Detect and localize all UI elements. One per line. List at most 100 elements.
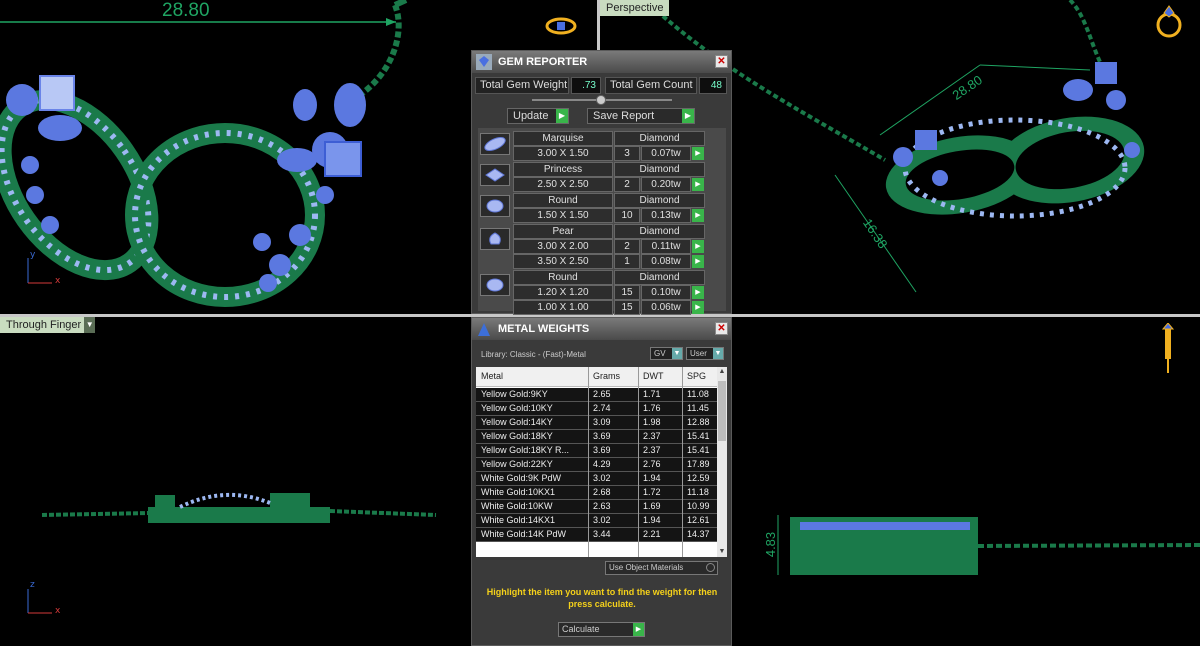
- metal-library-label: Library: Classic - (Fast)-Metal: [481, 350, 586, 359]
- cell-spg: 12.61: [687, 515, 710, 525]
- gem-material: Diamond: [614, 193, 705, 208]
- select-gem-button[interactable]: ▶: [692, 178, 704, 191]
- gem-weight: 0.10tw: [641, 285, 691, 300]
- user-label: User: [690, 349, 707, 358]
- gem-material: Diamond: [614, 270, 705, 285]
- gem-weight: 0.06tw: [641, 300, 691, 315]
- scale-icon: [478, 323, 490, 336]
- gem-slider-handle[interactable]: [596, 95, 606, 105]
- select-gem-button[interactable]: ▶: [692, 301, 704, 314]
- cell-metal: White Gold:10KX1: [481, 487, 556, 497]
- column-metal[interactable]: Metal: [481, 371, 503, 381]
- cell-spg: 15.41: [687, 445, 710, 455]
- total-gem-count-label: Total Gem Count: [605, 77, 697, 94]
- top-view-ring-icon[interactable]: [543, 15, 579, 37]
- cell-dwt: 1.71: [643, 389, 661, 399]
- scroll-down-icon[interactable]: ▼: [717, 547, 727, 557]
- column-grams[interactable]: Grams: [593, 371, 620, 381]
- cell-dwt: 2.76: [643, 459, 661, 469]
- gem-shape: Round: [513, 270, 613, 285]
- gem-count: 2: [614, 239, 640, 254]
- gem-count: 15: [614, 285, 640, 300]
- gem-weight: 0.11tw: [641, 239, 691, 254]
- cell-metal: White Gold:9K PdW: [481, 473, 562, 483]
- close-icon[interactable]: ✕: [715, 322, 728, 335]
- table-row[interactable]: Yellow Gold:18KY R... 3.69 2.37 15.41: [476, 444, 717, 458]
- calculate-label: Calculate: [562, 624, 600, 634]
- top-dimension-label: 28.80: [162, 0, 210, 21]
- cell-dwt: 1.94: [643, 473, 661, 483]
- pendant-view-icon[interactable]: [1156, 323, 1180, 375]
- use-object-materials-toggle[interactable]: Use Object Materials: [605, 561, 718, 575]
- update-button[interactable]: Update ▶: [507, 108, 569, 124]
- gem-reporter-title: GEM REPORTER: [498, 56, 588, 68]
- axis-x-label-bottom: x: [55, 606, 61, 616]
- user-selector[interactable]: User ▼: [686, 347, 724, 360]
- close-icon[interactable]: ✕: [715, 55, 728, 68]
- viewport-view-selector[interactable]: Through Finger ▼: [0, 317, 96, 333]
- table-row[interactable]: White Gold:14K PdW 3.44 2.21 14.37: [476, 528, 717, 542]
- cell-grams: 2.65: [593, 389, 611, 399]
- gem-size: 3.00 X 2.00: [513, 239, 613, 254]
- table-row[interactable]: Yellow Gold:9KY 2.65 1.71 11.08: [476, 388, 717, 402]
- select-gem-button[interactable]: ▶: [692, 209, 704, 222]
- save-report-label: Save Report: [593, 110, 655, 122]
- cell-metal: Yellow Gold:18KY: [481, 431, 553, 441]
- table-row[interactable]: White Gold:10KX1 2.68 1.72 11.18: [476, 486, 717, 500]
- total-gem-weight-label: Total Gem Weight: [475, 77, 569, 94]
- princess-gem-icon: [480, 164, 510, 186]
- play-icon: ▶: [556, 109, 568, 123]
- select-gem-button[interactable]: ▶: [692, 240, 704, 253]
- table-row[interactable]: Yellow Gold:18KY 3.69 2.37 15.41: [476, 430, 717, 444]
- gem-reporter-title-bar[interactable]: GEM REPORTER ✕: [472, 51, 731, 73]
- table-row[interactable]: Yellow Gold:10KY 2.74 1.76 11.45: [476, 402, 717, 416]
- marquise-gem-icon: [480, 133, 510, 155]
- cell-metal: Yellow Gold:9KY: [481, 389, 548, 399]
- column-dwt[interactable]: DWT: [643, 371, 664, 381]
- table-scrollbar[interactable]: ▲ ▼: [717, 367, 727, 557]
- cell-grams: 3.44: [593, 529, 611, 539]
- calculate-hint: Highlight the item you want to find the …: [486, 587, 718, 609]
- axis-x-label: x: [55, 276, 61, 286]
- table-row[interactable]: Yellow Gold:14KY 3.09 1.98 12.88: [476, 416, 717, 430]
- gem-size: 1.00 X 1.00: [513, 300, 613, 315]
- gem-reporter-icon: [476, 54, 492, 70]
- gem-shape: Princess: [513, 162, 613, 177]
- scrollbar-thumb[interactable]: [718, 381, 726, 441]
- radio-icon[interactable]: [706, 563, 715, 572]
- axis-z-label: z: [30, 580, 35, 590]
- viewport-label-perspective[interactable]: Perspective: [600, 0, 670, 16]
- cell-spg: 12.88: [687, 417, 710, 427]
- cell-spg: 15.41: [687, 431, 710, 441]
- gem-weight: 0.07tw: [641, 146, 691, 161]
- chevron-down-icon: ▼: [713, 348, 723, 359]
- cell-dwt: 2.37: [643, 431, 661, 441]
- cell-metal: White Gold:10KW: [481, 501, 553, 511]
- table-row[interactable]: White Gold:14KX1 3.02 1.94 12.61: [476, 514, 717, 528]
- table-row[interactable]: White Gold:9K PdW 3.02 1.94 12.59: [476, 472, 717, 486]
- cell-dwt: 1.72: [643, 487, 661, 497]
- select-gem-button[interactable]: ▶: [692, 255, 704, 268]
- gv-label: GV: [654, 349, 666, 358]
- cell-dwt: 1.69: [643, 501, 661, 511]
- cell-spg: 10.99: [687, 501, 710, 511]
- table-row[interactable]: White Gold:10KW 2.63 1.69 10.99: [476, 500, 717, 514]
- select-gem-button[interactable]: ▶: [692, 147, 704, 160]
- calculate-button[interactable]: Calculate ▶: [558, 622, 645, 637]
- chevron-down-icon[interactable]: ▼: [84, 317, 96, 333]
- ring-view-icon[interactable]: [1152, 4, 1186, 38]
- metal-weights-title-bar[interactable]: METAL WEIGHTS ✕: [472, 318, 731, 340]
- cell-spg: 11.45: [687, 403, 709, 413]
- gv-selector[interactable]: GV ▼: [650, 347, 683, 360]
- scroll-up-icon[interactable]: ▲: [717, 367, 727, 377]
- column-spg[interactable]: SPG: [687, 371, 706, 381]
- cell-dwt: 2.37: [643, 445, 661, 455]
- select-gem-button[interactable]: ▶: [692, 286, 704, 299]
- gem-shape: Marquise: [513, 131, 613, 146]
- gem-weight: 0.13tw: [641, 208, 691, 223]
- gem-material: Diamond: [614, 224, 705, 239]
- gem-reporter-panel: GEM REPORTER ✕ Total Gem Weight .73 Tota…: [471, 50, 732, 315]
- gem-size: 2.50 X 2.50: [513, 177, 613, 192]
- table-row[interactable]: Yellow Gold:22KY 4.29 2.76 17.89: [476, 458, 717, 472]
- save-report-button[interactable]: Save Report ▶: [587, 108, 695, 124]
